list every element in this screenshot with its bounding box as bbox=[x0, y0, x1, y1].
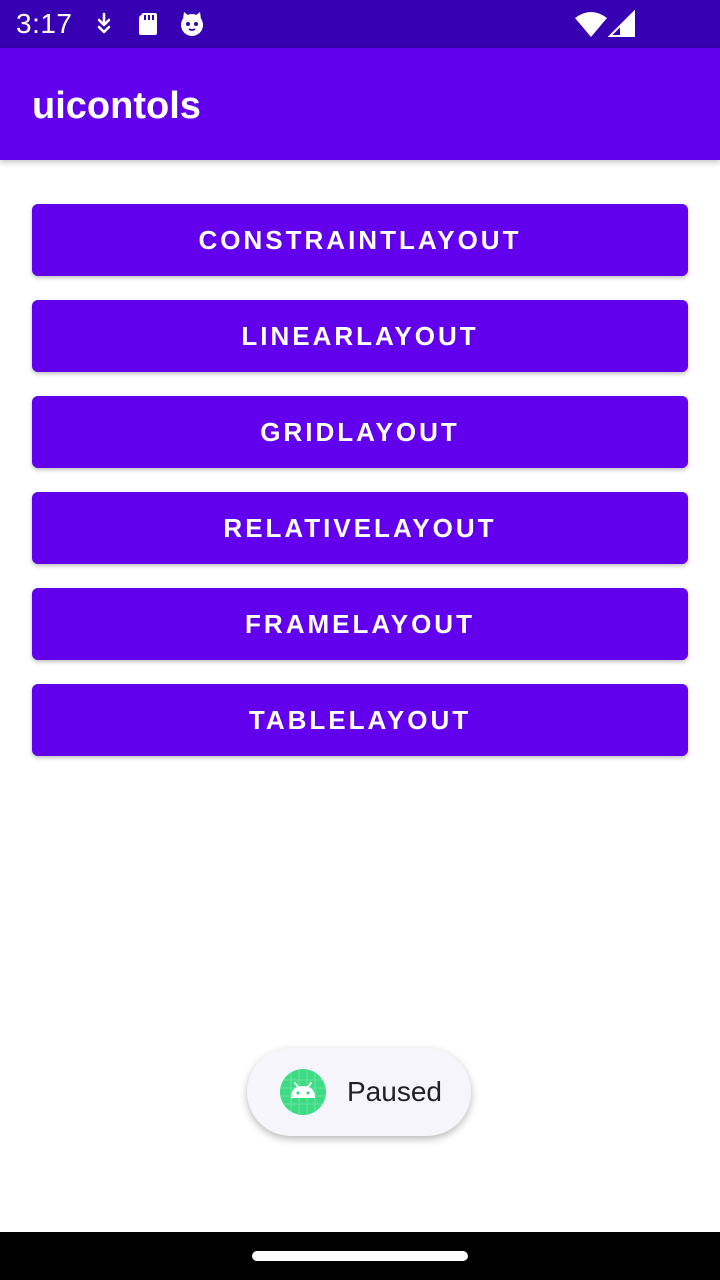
tablelayout-button[interactable]: TABLELAYOUT bbox=[32, 684, 688, 756]
paused-toast: Paused bbox=[247, 1048, 471, 1136]
gridlayout-button[interactable]: GRIDLAYOUT bbox=[32, 396, 688, 468]
relativelayout-button[interactable]: RELATIVELAYOUT bbox=[32, 492, 688, 564]
navigation-bar bbox=[0, 1232, 720, 1280]
constraintlayout-button[interactable]: CONSTRAINTLAYOUT bbox=[32, 204, 688, 276]
home-gesture-handle[interactable] bbox=[252, 1251, 468, 1261]
toast-text: Paused bbox=[347, 1076, 442, 1107]
layout-button-list: CONSTRAINTLAYOUT LINEARLAYOUT GRIDLAYOUT… bbox=[32, 204, 688, 780]
android-icon bbox=[280, 1069, 326, 1115]
app-bar: uicontols bbox=[0, 48, 720, 160]
cell-signal-icon bbox=[608, 10, 635, 37]
status-time: 3:17 bbox=[16, 8, 73, 39]
cat-face-icon bbox=[181, 12, 203, 36]
linearlayout-button[interactable]: LINEARLAYOUT bbox=[32, 300, 688, 372]
status-bar: 3:17 bbox=[0, 0, 720, 48]
app-title: uicontols bbox=[32, 85, 201, 127]
framelayout-button[interactable]: FRAMELAYOUT bbox=[32, 588, 688, 660]
app-screen: 3:17 uicontols CONSTRAINTLAYOUT LINEARLA… bbox=[0, 0, 720, 1280]
sd-card-icon bbox=[139, 13, 157, 35]
wifi-icon bbox=[575, 12, 607, 37]
download-icon bbox=[97, 12, 111, 34]
